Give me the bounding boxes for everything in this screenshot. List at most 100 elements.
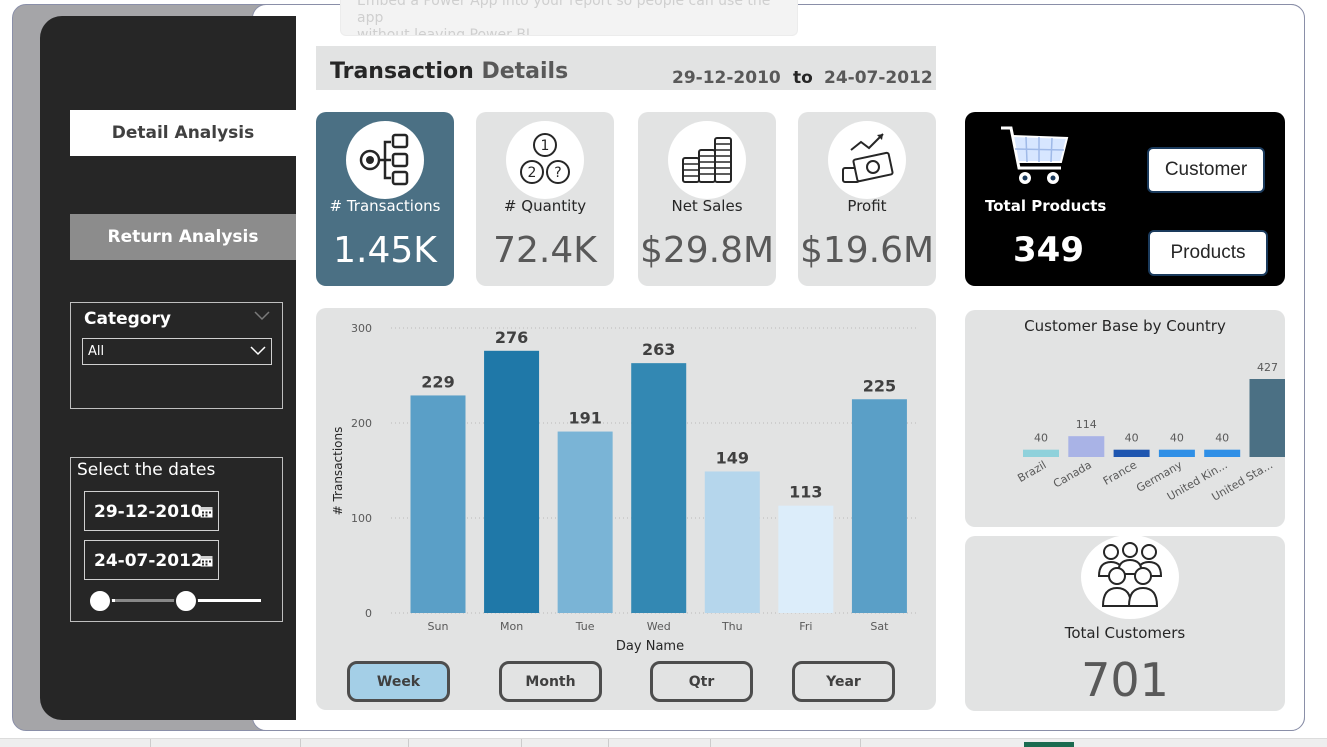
- category-dropdown[interactable]: All: [82, 338, 272, 365]
- total-customers-label: Total Customers: [1064, 624, 1186, 642]
- kpi-quantity-value: 72.4K: [493, 230, 597, 271]
- x-tick-label: Tue: [575, 620, 595, 633]
- products-button[interactable]: Products: [1148, 230, 1268, 276]
- customer-base-by-country-chart: 40Brazil114Canada40France40Germany40Unit…: [1015, 361, 1285, 504]
- category-selected-value: All: [88, 344, 105, 359]
- detail-analysis-button[interactable]: Detail Analysis: [70, 110, 296, 156]
- svg-text:2: 2: [528, 165, 537, 181]
- country-bar: [1204, 449, 1241, 457]
- x-tick-label: Thu: [721, 620, 743, 633]
- qtr-button[interactable]: Qtr: [650, 661, 753, 702]
- chevron-down-icon: [250, 346, 266, 356]
- y-tick-label: 200: [351, 417, 372, 430]
- header-date-from: 29-12-2010: [672, 68, 781, 88]
- country-bar: [1249, 379, 1285, 457]
- data-label: 191: [568, 409, 601, 428]
- profit-money-icon: [842, 133, 894, 183]
- total-products-label: Total Products: [985, 197, 1107, 215]
- return-analysis-button[interactable]: Return Analysis: [70, 214, 296, 260]
- kpi-profit-label: Profit: [847, 197, 887, 215]
- y-tick-label: 0: [365, 607, 372, 620]
- country-data-label: 40: [1215, 432, 1229, 445]
- bar-mon: [484, 350, 540, 613]
- kpi-quantity-label: # Quantity: [503, 197, 587, 215]
- slider-start-handle[interactable]: [88, 589, 112, 613]
- start-date-input[interactable]: 29-12-2010: [84, 491, 219, 531]
- bar-fri: [778, 505, 834, 613]
- calendar-icon[interactable]: [200, 505, 213, 518]
- x-axis-title: Day Name: [616, 639, 684, 654]
- country-data-label: 40: [1125, 432, 1139, 445]
- kpi-transactions-label: # Transactions: [329, 197, 441, 215]
- country-tick-label: Brazil: [1015, 458, 1048, 485]
- header-to-label: to: [793, 68, 813, 88]
- x-tick-label: Fri: [799, 620, 812, 633]
- kpi-net-sales[interactable]: Net Sales $29.8M: [638, 112, 776, 286]
- kpi-transactions[interactable]: # Transactions 1.45K: [316, 112, 454, 286]
- people-group-icon: [1097, 542, 1163, 607]
- bar-sat: [851, 399, 907, 613]
- active-page-tab[interactable]: [1024, 742, 1074, 747]
- bar-wed: [631, 363, 687, 613]
- total-products-card: Total Products 349 Customer Products: [965, 112, 1285, 286]
- svg-text:1: 1: [541, 138, 550, 154]
- svg-text:?: ?: [554, 165, 561, 181]
- x-tick-label: Sun: [428, 620, 449, 633]
- customer-button[interactable]: Customer: [1147, 147, 1265, 193]
- total-products-value: 349: [1013, 230, 1084, 270]
- data-label: 149: [716, 448, 749, 467]
- transaction-flow-icon: [359, 133, 409, 186]
- calendar-icon[interactable]: [200, 554, 213, 567]
- data-label: 276: [495, 328, 528, 347]
- category-slicer-title: Category: [84, 309, 171, 329]
- country-bar: [1023, 449, 1059, 457]
- data-label: 229: [421, 372, 454, 391]
- end-date-value: 24-07-2012: [94, 551, 203, 571]
- y-tick-label: 100: [351, 512, 372, 525]
- bar-tue: [557, 431, 613, 613]
- x-tick-label: Sat: [870, 620, 889, 633]
- total-customers-card: Total Customers 701: [965, 535, 1285, 711]
- country-data-label: 40: [1034, 432, 1048, 445]
- category-slicer: Category All: [70, 302, 283, 409]
- kpi-quantity[interactable]: 1 2 ? # Quantity 72.4K: [476, 112, 614, 286]
- header-date-to: 24-07-2012: [824, 68, 933, 88]
- country-bar: [1158, 449, 1195, 457]
- slider-end-handle[interactable]: [174, 589, 198, 613]
- customer-base-by-country-card: Customer Base by Country 40 Brazil 114 Cana…: [965, 310, 1285, 527]
- end-date-input[interactable]: 24-07-2012: [84, 540, 219, 580]
- numbered-circles-icon: 1 2 ?: [520, 133, 570, 184]
- bar-sun: [410, 395, 466, 613]
- kpi-transactions-value: 1.45K: [333, 230, 437, 271]
- x-tick-label: Mon: [500, 620, 523, 633]
- shopping-cart-icon: [1001, 126, 1069, 184]
- month-button[interactable]: Month: [499, 661, 602, 702]
- week-button[interactable]: Week: [347, 661, 450, 702]
- page-tabs-strip: [0, 738, 1327, 747]
- kpi-profit-value: $19.6M: [799, 230, 935, 271]
- year-button[interactable]: Year: [792, 661, 895, 702]
- date-range-slicer: Select the dates 29-12-2010 24-07-2012: [70, 457, 283, 622]
- data-label: 113: [789, 483, 822, 502]
- bar-thu: [704, 471, 760, 613]
- chevron-down-icon[interactable]: [254, 311, 270, 321]
- start-date-value: 29-12-2010: [94, 502, 203, 522]
- country-tick-label: Canada: [1051, 458, 1094, 490]
- page-title: Transaction Details: [330, 59, 569, 84]
- date-slicer-title: Select the dates: [77, 460, 216, 480]
- country-bar: [1068, 436, 1105, 457]
- country-data-label: 114: [1076, 418, 1097, 431]
- country-data-label: 40: [1170, 432, 1184, 445]
- kpi-net-sales-label: Net Sales: [671, 197, 743, 215]
- data-label: 263: [642, 340, 675, 359]
- country-data-label: 427: [1257, 361, 1278, 374]
- x-tick-label: Wed: [647, 620, 671, 633]
- page-header: Transaction Details 29-12-2010 to 24-07-…: [316, 46, 936, 90]
- transactions-by-day-card: 0 100 200 300 # Transactions Day Name 229 Sun 27…: [316, 308, 936, 710]
- total-customers-value: 701: [1081, 653, 1169, 707]
- country-bar: [1113, 449, 1150, 457]
- kpi-profit[interactable]: Profit $19.6M: [798, 112, 936, 286]
- data-label: 225: [863, 376, 896, 395]
- y-axis-title: # Transactions: [331, 427, 345, 516]
- y-tick-label: 300: [351, 322, 372, 335]
